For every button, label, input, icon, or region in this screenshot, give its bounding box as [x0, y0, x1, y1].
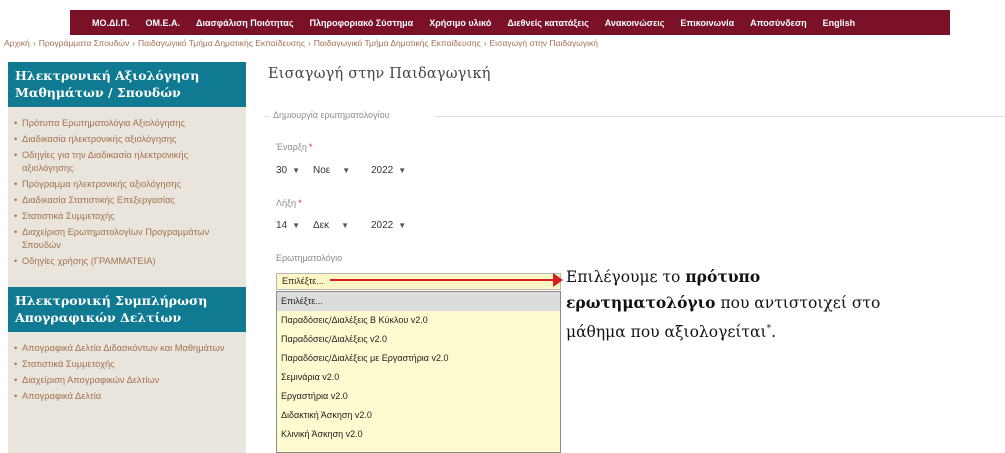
- sidebar-section-evaluation-title: Ηλεκτρονική Αξιολόγηση Μαθημάτων / Σπουδ…: [8, 62, 246, 107]
- sidebar: Ηλεκτρονική Αξιολόγηση Μαθημάτων / Σπουδ…: [8, 62, 246, 453]
- sidebar-item-statistical-processing[interactable]: Διαδικασία Στατιστικής Επεξεργασίας: [14, 194, 242, 207]
- sidebar-item-evaluation-process[interactable]: Διαδικασία ηλεκτρονικής αξιολόγησης: [14, 133, 242, 146]
- sidebar-evaluation-list: Πρότυπα Ερωτηματολόγια Αξιολόγησης Διαδι…: [8, 107, 246, 275]
- nav-item-contact[interactable]: Επικοινωνία: [672, 18, 742, 28]
- start-year-select[interactable]: 2022 ▼: [371, 161, 406, 179]
- start-day-select[interactable]: 30 ▼: [276, 161, 300, 179]
- breadcrumb-home[interactable]: Αρχική: [4, 38, 30, 48]
- annotation-line-2: ερωτηματολόγιο που αντιστοιχεί στο: [566, 290, 1005, 316]
- top-navigation-bar: ΜΟ.ΔΙ.Π. ΟΜ.Ε.Α. Διασφάλιση Ποιότητας Πλ…: [70, 10, 950, 35]
- questionnaire-label: Ερωτηματολόγιο: [276, 253, 343, 263]
- questionnaire-option-lectures-labs[interactable]: Παραδόσεις/Διαλέξεις με Εργαστήρια v2.0: [277, 349, 560, 368]
- end-month-select[interactable]: Δεκ ▼: [313, 216, 349, 234]
- questionnaire-option-lectures[interactable]: Παραδόσεις/Διαλέξεις v2.0: [277, 330, 560, 349]
- required-mark: *: [298, 198, 302, 208]
- sidebar-section-records-title: Ηλεκτρονική Συμπλήρωση Απογραφικών Δελτί…: [8, 287, 246, 332]
- breadcrumb-separator: ›: [132, 38, 136, 48]
- questionnaire-dropdown: Επιλέξτε... Παραδόσεις/Διαλέξεις Β Κύκλο…: [276, 291, 561, 453]
- sidebar-item-user-guide[interactable]: Οδηγίες χρήσης (ΓΡΑΜΜΑΤΕΙΑ): [14, 255, 242, 268]
- nav-item-omea[interactable]: ΟΜ.Ε.Α.: [137, 18, 188, 28]
- fieldset-border: [264, 116, 270, 117]
- end-day-select[interactable]: 14 ▼: [276, 216, 300, 234]
- annotation-text-part: που αντιστοιχεί στο: [715, 294, 881, 312]
- questionnaire-option-clinical-practice[interactable]: Κλινική Άσκηση v2.0: [277, 425, 560, 444]
- sidebar-item-records-participation-stats[interactable]: Στατιστικά Συμμετοχής: [14, 358, 242, 371]
- nav-item-useful-material[interactable]: Χρήσιμο υλικό: [421, 18, 499, 28]
- start-month-value: Νοε: [313, 164, 331, 176]
- nav-item-announcements[interactable]: Ανακοινώσεις: [597, 18, 673, 28]
- chevron-down-icon: ▼: [292, 220, 301, 230]
- chevron-down-icon: ▼: [292, 165, 301, 175]
- nav-item-english[interactable]: English: [815, 18, 864, 28]
- sidebar-item-records[interactable]: Απογραφικά Δελτία: [14, 390, 242, 403]
- page-title: Εισαγωγή στην Παιδαγωγική: [268, 66, 491, 82]
- questionnaire-select[interactable]: Επιλέξτε...: [276, 273, 561, 290]
- end-date-label: Λήξη *: [276, 198, 302, 208]
- questionnaire-option-lectures-b-cycle[interactable]: Παραδόσεις/Διαλέξεις Β Κύκλου v2.0: [277, 311, 560, 330]
- annotation-line-1: Επιλέγουμε το πρότυπο: [566, 264, 1005, 290]
- chevron-down-icon: ▼: [342, 165, 351, 175]
- annotation-text-part: μάθημα που αξιολογείται: [566, 323, 767, 342]
- breadcrumb-department-program[interactable]: Παιδαγωγικό Τμήμα Δημοτικής Εκπαίδευσης: [314, 38, 481, 48]
- nav-item-modip[interactable]: ΜΟ.ΔΙ.Π.: [84, 18, 137, 28]
- breadcrumb-study-programs[interactable]: Προγράμματα Σπουδών: [39, 38, 130, 48]
- breadcrumb-separator: ›: [32, 38, 36, 48]
- chevron-down-icon: ▼: [398, 220, 407, 230]
- breadcrumb-separator: ›: [307, 38, 311, 48]
- annotation-text-part: .: [771, 323, 776, 342]
- chevron-down-icon: ▼: [398, 165, 407, 175]
- questionnaire-option-placeholder[interactable]: Επιλέξτε...: [277, 292, 560, 311]
- sidebar-item-questionnaire-templates[interactable]: Πρότυπα Ερωτηματολόγια Αξιολόγησης: [14, 117, 242, 130]
- sidebar-records-list: Απογραφικά Δελτία Διδασκόντων και Μαθημά…: [8, 332, 246, 410]
- fieldset-border: [435, 116, 1005, 117]
- sidebar-item-records-management[interactable]: Διαχείριση Απογραφικών Δελτίων: [14, 374, 242, 387]
- chevron-down-icon: ▼: [341, 220, 350, 230]
- sidebar-item-evaluation-instructions[interactable]: Οδηγίες για την Διαδικασία ηλεκτρονικής …: [14, 149, 242, 175]
- breadcrumb-separator: ›: [483, 38, 487, 48]
- nav-item-international-rankings[interactable]: Διεθνείς κατατάξεις: [499, 18, 596, 28]
- start-date-label-text: Έναρξη: [276, 142, 307, 152]
- nav-item-logout[interactable]: Αποσύνδεση: [742, 18, 814, 28]
- fieldset-legend: Δημιουργία ερωτηματολογίου: [273, 110, 390, 120]
- nav-item-information-system[interactable]: Πληροφοριακό Σύστημα: [302, 18, 422, 28]
- start-year-value: 2022: [371, 164, 394, 176]
- breadcrumb-department[interactable]: Παιδαγωγικό Τμήμα Δημοτικής Εκπαίδευσης: [138, 38, 305, 48]
- nav-item-quality-assurance[interactable]: Διασφάλιση Ποιότητας: [188, 18, 302, 28]
- sidebar-item-instructor-records[interactable]: Απογραφικά Δελτία Διδασκόντων και Μαθημά…: [14, 342, 242, 355]
- end-year-value: 2022: [371, 219, 394, 231]
- start-day-value: 30: [276, 164, 288, 176]
- required-mark: *: [308, 142, 313, 152]
- sidebar-item-evaluation-schedule[interactable]: Πρόγραμμα ηλεκτρονικής αξιολόγησης: [14, 178, 242, 191]
- start-month-select[interactable]: Νοε ▼: [313, 161, 350, 179]
- end-month-value: Δεκ: [313, 219, 330, 231]
- annotation-arrow-line: [330, 279, 556, 281]
- annotation-text: Επιλέγουμε το πρότυπο ερωτηματολόγιο που…: [566, 264, 1005, 344]
- end-day-value: 14: [276, 219, 288, 231]
- breadcrumb: Αρχική › Προγράμματα Σπουδών › Παιδαγωγικό Τ…: [4, 38, 598, 48]
- end-year-select[interactable]: 2022 ▼: [371, 216, 406, 234]
- end-date-label-text: Λήξη: [276, 198, 297, 208]
- questionnaire-option-seminars[interactable]: Σεμινάρια v2.0: [277, 368, 560, 387]
- annotation-arrow-icon: [553, 273, 563, 287]
- annotation-bold-part: ερωτηματολόγιο: [566, 293, 716, 312]
- start-date-label: Έναρξη *: [276, 142, 312, 152]
- annotation-bold-part: πρότυπο: [685, 267, 761, 286]
- sidebar-item-participation-stats[interactable]: Στατιστικά Συμμετοχής: [14, 210, 242, 223]
- annotation-text-part: Επιλέγουμε το: [566, 268, 686, 286]
- sidebar-item-questionnaire-management[interactable]: Διαχείριση Ερωτηματολογίων Προγραμμάτων …: [14, 226, 242, 252]
- breadcrumb-current: Εισαγωγή στην Παιδαγωγική: [489, 38, 598, 48]
- questionnaire-option-teaching-practice[interactable]: Διδακτική Άσκηση v2.0: [277, 406, 560, 425]
- questionnaire-option-labs[interactable]: Εργαστήρια v2.0: [277, 387, 560, 406]
- annotation-line-3: μάθημα που αξιολογείται*.: [566, 316, 1005, 344]
